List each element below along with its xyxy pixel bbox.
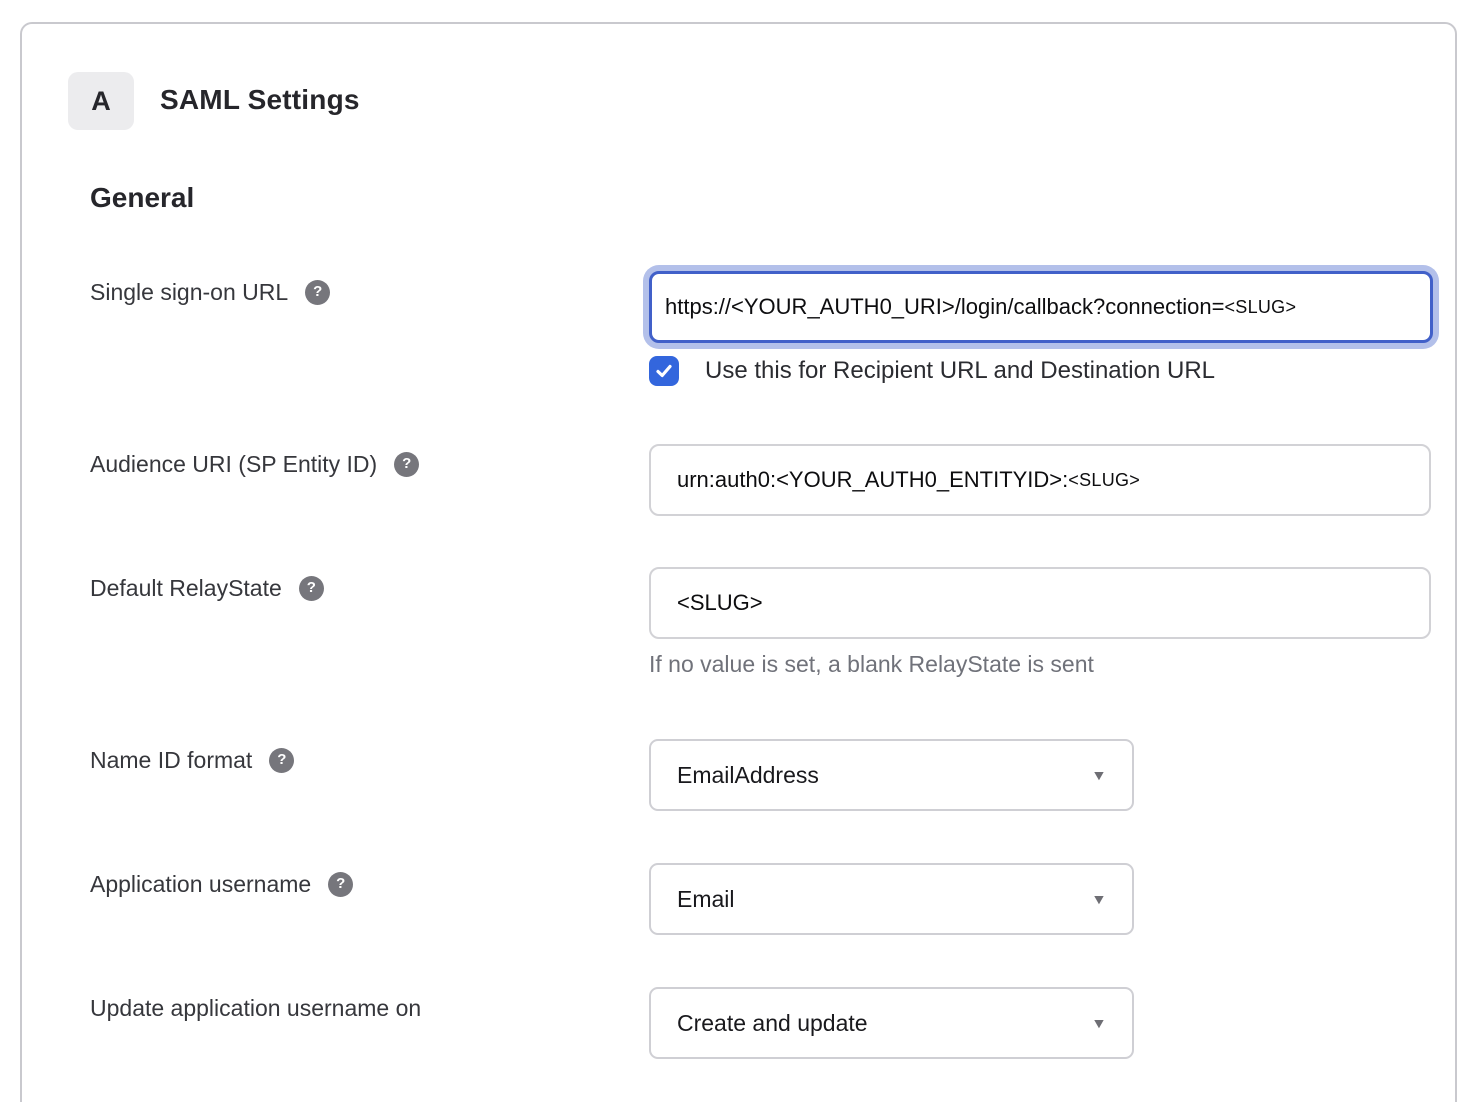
audience-uri-help-icon[interactable]: ?	[394, 452, 419, 477]
sso-url-label-row: Single sign-on URL ?	[90, 277, 330, 307]
audience-uri-label: Audience URI (SP Entity ID)	[90, 449, 377, 479]
sso-url-value-slug: <SLUG>	[1224, 297, 1296, 318]
sso-url-label: Single sign-on URL	[90, 277, 288, 307]
saml-settings-card: A SAML Settings General Single sign-on U…	[20, 22, 1457, 1102]
name-id-format-help-icon[interactable]: ?	[269, 748, 294, 773]
relay-state-input[interactable]: <SLUG>	[649, 567, 1431, 639]
saml-settings-page: A SAML Settings General Single sign-on U…	[0, 0, 1462, 1102]
sso-url-input[interactable]: https://<YOUR_AUTH0_URI>/login/callback?…	[649, 271, 1433, 343]
name-id-format-dropdown[interactable]: EmailAddress ▼	[649, 739, 1134, 811]
step-badge: A	[68, 72, 134, 130]
relay-state-label: Default RelayState	[90, 573, 282, 603]
audience-uri-input[interactable]: urn:auth0:<YOUR_AUTH0_ENTITYID>:<SLUG>	[649, 444, 1431, 516]
card-title: SAML Settings	[160, 84, 360, 116]
relay-state-help-icon[interactable]: ?	[299, 576, 324, 601]
update-username-label: Update application username on	[90, 993, 421, 1023]
recipient-url-checkbox-label: Use this for Recipient URL and Destinati…	[705, 357, 1215, 385]
sso-url-help-icon[interactable]: ?	[305, 280, 330, 305]
audience-uri-value-slug: <SLUG>	[1068, 470, 1140, 491]
relay-state-value: <SLUG>	[677, 590, 763, 616]
step-badge-letter: A	[91, 86, 111, 117]
audience-uri-value: urn:auth0:<YOUR_AUTH0_ENTITYID>:	[677, 467, 1068, 493]
chevron-down-icon: ▼	[1091, 767, 1107, 783]
chevron-down-icon: ▼	[1091, 891, 1107, 907]
recipient-url-checkbox-row: Use this for Recipient URL and Destinati…	[649, 356, 1215, 386]
update-username-label-row: Update application username on	[90, 993, 421, 1023]
app-username-help-icon[interactable]: ?	[328, 872, 353, 897]
sso-url-value: https://<YOUR_AUTH0_URI>/login/callback?…	[665, 294, 1224, 320]
app-username-label: Application username	[90, 869, 311, 899]
app-username-label-row: Application username ?	[90, 869, 353, 899]
name-id-format-value: EmailAddress	[677, 762, 819, 789]
name-id-format-label-row: Name ID format ?	[90, 745, 294, 775]
relay-state-hint: If no value is set, a blank RelayState i…	[649, 651, 1094, 678]
checkmark-icon	[654, 361, 674, 381]
chevron-down-icon: ▼	[1091, 1015, 1107, 1031]
audience-uri-label-row: Audience URI (SP Entity ID) ?	[90, 449, 419, 479]
name-id-format-label: Name ID format	[90, 745, 252, 775]
update-username-value: Create and update	[677, 1010, 868, 1037]
relay-state-label-row: Default RelayState ?	[90, 573, 324, 603]
section-title-general: General	[90, 182, 194, 214]
update-username-dropdown[interactable]: Create and update ▼	[649, 987, 1134, 1059]
app-username-value: Email	[677, 886, 735, 913]
recipient-url-checkbox[interactable]	[649, 356, 679, 386]
app-username-dropdown[interactable]: Email ▼	[649, 863, 1134, 935]
